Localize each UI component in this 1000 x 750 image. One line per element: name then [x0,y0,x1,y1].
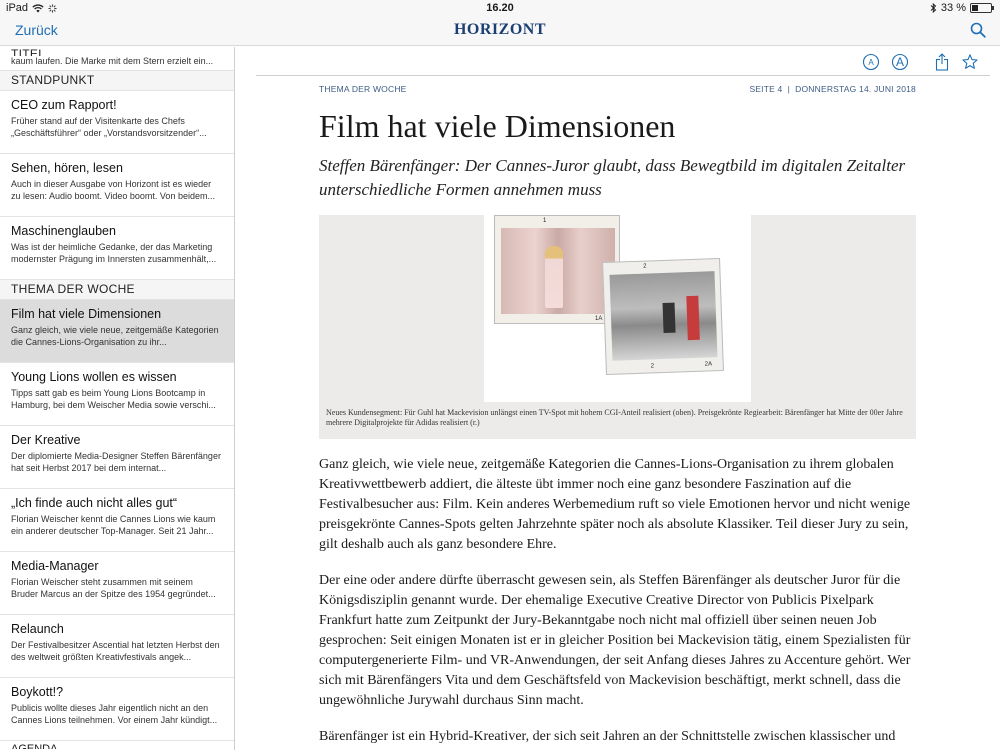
photo-rooftop [609,271,718,361]
article-toolbar: A A [236,47,1000,77]
share-icon[interactable] [933,53,951,71]
list-item-title: CEO zum Rapport! [11,98,117,112]
film-number: 2A [704,361,713,368]
article-subline: Steffen Bärenfänger: Der Cannes-Juror gl… [319,156,906,199]
font-larger-icon[interactable]: A [891,53,909,71]
photo-person [662,302,676,333]
list-item-snippet: Florian Weischer steht zusammen mit sein… [11,577,216,599]
svg-text:A: A [868,58,874,67]
article-paragraph: Der eine oder andere dürfte überrascht g… [319,573,911,708]
bookmark-star-icon[interactable] [961,53,979,71]
list-item-snippet: Tipps satt gab es beim Young Lions Bootc… [11,388,216,410]
list-item[interactable]: „Ich finde auch nicht alles gut“ Florian … [0,489,234,552]
section-header: THEMA DER WOCHE [0,280,234,300]
svg-text:A: A [896,55,904,69]
list-item[interactable]: Boykott!? Publicis wollte dieses Jahr eig… [0,678,234,741]
list-item[interactable]: Media-Manager Florian Weischer steht zusa… [0,552,234,615]
list-item-snippet: Ganz gleich, wie viele neue, zeitgemäße … [11,325,219,347]
bluetooth-icon [930,3,937,13]
list-item-title: Relaunch [11,622,64,636]
film-number: 1 [543,218,547,224]
film-number: 2 [650,363,655,370]
photo-woman-pink [501,228,615,314]
article-meta: THEMA DER WOCHE SEITE 4 | DONNERSTAG 14.… [319,84,916,94]
article-headline: Film hat viele Dimensionen [319,108,676,144]
film-frame-2: 2 2 2A [602,257,724,376]
list-item-title: Film hat viele Dimensionen [11,307,162,321]
list-item-title: „Ich finde auch nicht alles gut“ [11,496,178,510]
list-item[interactable]: Sehen, hören, lesen Auch in dieser Ausgab… [0,154,234,217]
battery-fill [972,5,978,11]
list-item[interactable]: Young Lions wollen es wissen Tipps satt g… [0,363,234,426]
article-section-label[interactable]: THEMA DER WOCHE [319,84,407,94]
film-frame-1: 1 1A [494,215,620,324]
list-item[interactable]: Der Kreative Der diplomierte Media-Design… [0,426,234,489]
list-item-snippet: Früher stand auf der Visitenkarte des Ch… [11,116,207,138]
list-item-title: Young Lions wollen es wissen [11,370,177,384]
article-paragraph: Ganz gleich, wie viele neue, zeitgemäße … [319,457,911,552]
section-header-agenda: AGENDA [11,743,58,749]
list-item[interactable]: Maschinenglauben Was ist der heimliche Ge… [0,217,234,280]
battery-icon [970,3,994,13]
list-item-snippet: Publicis wollte dieses Jahr eigentlich n… [11,703,218,725]
film-number: 1A [595,316,603,322]
figure-caption: Neues Kundensegment: Für Guhl hat Mackev… [326,408,903,427]
photo-person-red [686,295,700,341]
list-item-title: Der Kreative [11,433,81,447]
list-item-title: Media-Manager [11,559,99,573]
status-right: 33 % [930,2,994,14]
search-icon[interactable] [970,22,986,38]
list-item-partial[interactable]: kaum laufen. Die Marke mit dem Stern erz… [0,56,234,71]
sidebar-article-list[interactable]: TITEL kaum laufen. Die Marke mit dem Ste… [0,47,235,750]
toolbar-divider [256,75,990,76]
article-page-info: SEITE 4 | DONNERSTAG 14. JUNI 2018 [749,84,916,94]
app-logo: HORIZONT [453,21,546,38]
photo-figure [545,246,563,308]
article-view: A A THEMA DER WOCHE SEITE 4 | DONNERSTAG… [236,47,1000,750]
nav-bar: Zurück HORIZONT [0,16,1000,46]
sidebar-sections: STANDPUNKT CEO zum Rapport! Früher stand a… [0,71,234,741]
list-item[interactable]: Film hat viele Dimensionen Ganz gleich, w… [0,300,234,363]
status-time: 16.20 [486,2,514,14]
list-item-title: Maschinenglauben [11,224,116,238]
article: THEMA DER WOCHE SEITE 4 | DONNERSTAG 14.… [319,84,916,750]
list-item-snippet: Der Festivalbesitzer Ascential hat letzt… [11,640,220,662]
status-bar: iPad 16.20 33 % [0,0,1000,16]
list-item-snippet: Auch in dieser Ausgabe von Horizont ist … [11,179,215,201]
font-smaller-icon[interactable]: A [862,53,880,71]
article-paragraph: Bärenfänger ist ein Hybrid-Kreativer, de… [319,729,896,750]
section-header: STANDPUNKT [0,71,234,91]
list-item-snippet: Florian Weischer kennt die Cannes Lions … [11,514,216,536]
list-item-title: Sehen, hören, lesen [11,161,123,175]
list-item-title: Boykott!? [11,685,64,699]
list-item[interactable]: CEO zum Rapport! Früher stand auf der Vis… [0,91,234,154]
article-figure[interactable]: 1 1A 2 2 2A Neues Kundensegment: Für Guh… [319,215,916,439]
section-header-titel: TITEL [0,47,234,56]
article-body: Ganz gleich, wie viele neue, zeitgemäße … [319,455,916,750]
list-item-snippet: Was ist der heimliche Gedanke, der das M… [11,242,217,264]
battery-percent: 33 % [940,2,966,14]
list-item[interactable]: Relaunch Der Festivalbesitzer Ascential h… [0,615,234,678]
list-item-snippet: Der diplomierte Media-Designer Steffen B… [11,451,221,473]
film-number: 2 [643,263,647,270]
